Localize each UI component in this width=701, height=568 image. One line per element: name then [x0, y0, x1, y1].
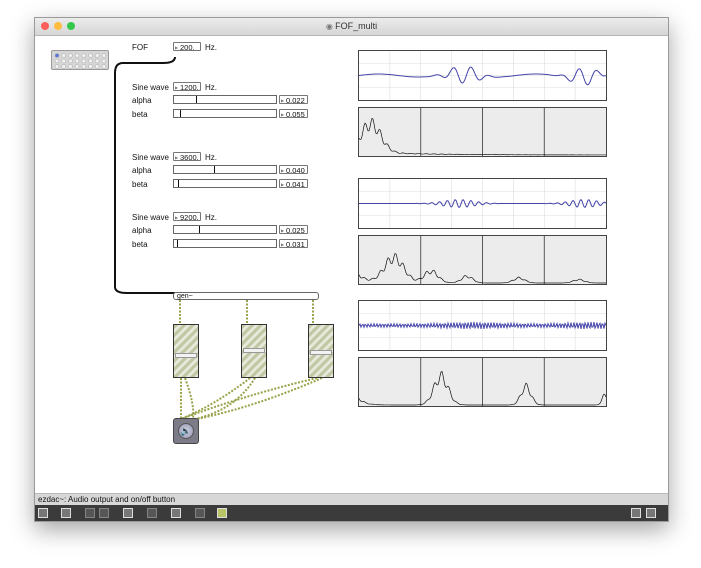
sine2-alpha-value: 0.040 [286, 166, 305, 175]
scope-1 [358, 50, 607, 101]
sine2-beta-knob[interactable] [178, 180, 179, 187]
status-bar: ezdac~: Audio output and on/off button [35, 493, 668, 505]
sine2-alpha-label: alpha [132, 166, 152, 175]
gain-slider-1[interactable] [173, 324, 199, 378]
spectrum-1 [358, 107, 607, 157]
lock-icon[interactable] [38, 508, 48, 518]
sine1-beta-value: 0.055 [286, 110, 305, 119]
sine1-alpha-slider[interactable] [173, 95, 277, 104]
sine3-alpha-value: 0.025 [286, 226, 305, 235]
sine1-beta-label: beta [132, 110, 148, 119]
debug-icon[interactable] [217, 508, 227, 518]
sine3-beta-value: 0.031 [286, 240, 305, 249]
sine1-unit: Hz. [205, 83, 217, 92]
gen-label: gen~ [177, 293, 193, 300]
sidebar-toggle-icon[interactable] [646, 508, 656, 518]
sine1-beta-slider[interactable] [173, 109, 277, 118]
sine3-beta-box[interactable]: 0.031 [279, 239, 308, 249]
inspector-icon[interactable] [195, 508, 205, 518]
fof-unit: Hz. [205, 43, 217, 52]
sine2-freq: 3600. [180, 153, 199, 162]
gain-slider-3[interactable] [308, 324, 334, 378]
window-title-text: FOF_multi [335, 21, 378, 31]
sine3-alpha-box[interactable]: 0.025 [279, 225, 308, 235]
sine2-beta-label: beta [132, 180, 148, 189]
patcher-canvas[interactable]: FOF 200. Hz. Sine wave 1200. Hz. alpha 0… [35, 35, 668, 493]
patcher-window: ◉ FOF_multi FOF 200. Hz. Sine wave 1200.… [34, 17, 669, 522]
audio-cable[interactable] [184, 377, 195, 420]
sine3-beta-slider[interactable] [173, 239, 277, 248]
sine3-freq: 9200. [180, 213, 199, 222]
sine2-freq-box[interactable]: 3600. [173, 152, 201, 162]
spectrum-3 [358, 357, 607, 407]
sine2-unit: Hz. [205, 153, 217, 162]
grid-snap-icon[interactable] [85, 508, 95, 518]
sine1-alpha-knob[interactable] [196, 96, 197, 103]
scope-3-plot [358, 301, 607, 350]
sine1-alpha-box[interactable]: 0.022 [279, 95, 308, 105]
sine2-label: Sine wave [132, 153, 169, 162]
zoom-icon[interactable] [99, 508, 109, 518]
gain-handle-1[interactable] [175, 353, 197, 358]
gain-slider-2[interactable] [241, 324, 267, 378]
sine1-freq: 1200. [180, 83, 199, 92]
speaker-icon: 🔊 [178, 423, 194, 439]
sine1-alpha-label: alpha [132, 96, 152, 105]
audio-cable[interactable] [180, 377, 318, 420]
sine3-unit: Hz. [205, 213, 217, 222]
spectrum-1-plot [358, 108, 607, 156]
sine2-beta-value: 0.041 [286, 180, 305, 189]
fof-cord[interactable] [114, 56, 176, 294]
sine1-beta-box[interactable]: 0.055 [279, 109, 308, 119]
gain-handle-2[interactable] [243, 348, 265, 353]
bottom-toolbar [35, 505, 668, 521]
gen-object[interactable]: gen~ [173, 292, 319, 300]
presentation-icon[interactable] [61, 508, 71, 518]
gain-handle-3[interactable] [310, 350, 332, 355]
scope-2-plot [359, 179, 607, 228]
sine1-beta-knob[interactable] [180, 110, 181, 117]
spectrum-2 [358, 235, 607, 285]
spectrum-3-plot [358, 358, 607, 406]
sine3-beta-label: beta [132, 240, 148, 249]
sine2-alpha-knob[interactable] [214, 166, 215, 173]
scope-2 [358, 178, 607, 229]
sine2-alpha-slider[interactable] [173, 165, 277, 174]
sine3-alpha-slider[interactable] [173, 225, 277, 234]
sine3-freq-box[interactable]: 9200. [173, 212, 201, 222]
new-object-icon[interactable] [123, 508, 133, 518]
sine3-alpha-knob[interactable] [199, 226, 200, 233]
document-icon: ◉ [325, 22, 336, 31]
fof-number-box[interactable]: 200. [173, 42, 201, 52]
sine1-freq-box[interactable]: 1200. [173, 82, 201, 92]
sine3-alpha-label: alpha [132, 226, 152, 235]
spectrum-2-plot [358, 236, 606, 284]
window-title: ◉ FOF_multi [35, 21, 668, 31]
sine2-alpha-box[interactable]: 0.040 [279, 165, 308, 175]
sine1-label: Sine wave [132, 83, 169, 92]
title-bar: ◉ FOF_multi [35, 18, 668, 36]
fof-value: 200. [180, 43, 195, 52]
sine2-beta-box[interactable]: 0.041 [279, 179, 308, 189]
sine2-beta-slider[interactable] [173, 179, 277, 188]
status-text: ezdac~: Audio output and on/off button [38, 495, 176, 504]
scope-3 [358, 300, 607, 351]
sine3-beta-knob[interactable] [177, 240, 178, 247]
ezdac-button[interactable]: 🔊 [173, 418, 199, 444]
info-icon[interactable] [147, 508, 157, 518]
patch-cord-icon[interactable] [171, 508, 181, 518]
scope-1-plot [358, 51, 607, 100]
fof-label: FOF [132, 43, 148, 52]
sine1-alpha-value: 0.022 [286, 96, 305, 105]
sine3-label: Sine wave [132, 213, 169, 222]
split-view-icon[interactable] [631, 508, 641, 518]
